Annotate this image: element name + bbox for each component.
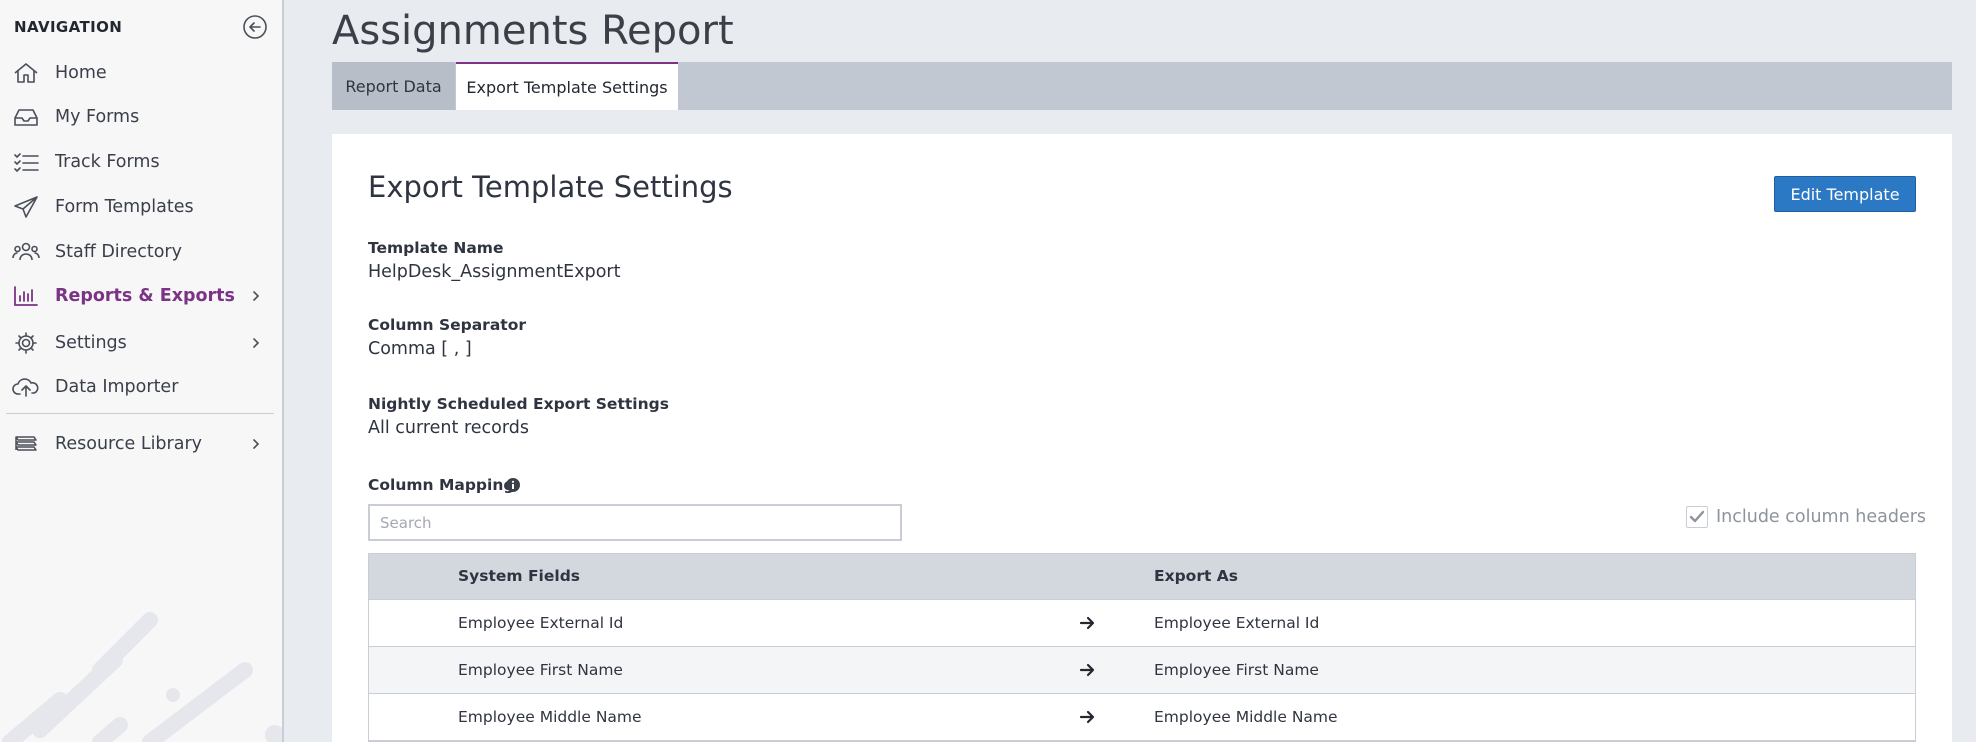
export-as-cell: Employee Middle Name xyxy=(1154,708,1338,726)
home-icon xyxy=(12,61,40,85)
sidebar-item-resource-library[interactable]: Resource Library xyxy=(0,424,282,464)
table-row: Employee External Id Employee External I… xyxy=(369,600,1915,647)
export-as-cell: Employee External Id xyxy=(1154,614,1320,632)
sidebar-item-label: Home xyxy=(55,63,107,83)
sidebar-item-settings[interactable]: Settings xyxy=(0,323,282,363)
sidebar-item-reports-exports[interactable]: Reports & Exports xyxy=(0,276,282,316)
sidebar-item-label: Data Importer xyxy=(55,377,179,397)
column-header-system-fields: System Fields xyxy=(458,567,581,585)
arrow-right-icon xyxy=(1079,709,1095,725)
sidebar-item-data-importer[interactable]: Data Importer xyxy=(0,367,282,407)
checkbox[interactable] xyxy=(1686,506,1708,528)
gear-icon xyxy=(12,331,40,355)
system-field-cell: Employee Middle Name xyxy=(458,708,642,726)
sidebar-item-form-templates[interactable]: Form Templates xyxy=(0,187,282,227)
sidebar-item-label: Resource Library xyxy=(55,434,203,454)
checklist-icon xyxy=(12,150,40,174)
nightly-export-value: All current records xyxy=(368,418,529,438)
system-field-cell: Employee External Id xyxy=(458,614,624,632)
arrow-left-circle-icon xyxy=(243,15,267,39)
arrow-right-icon xyxy=(1079,615,1095,631)
cloud-upload-icon xyxy=(12,375,40,399)
column-separator-label: Column Separator xyxy=(368,316,526,334)
column-mapping-label: Column Mapping xyxy=(368,476,515,494)
inbox-icon xyxy=(12,105,40,129)
nightly-export-label: Nightly Scheduled Export Settings xyxy=(368,395,669,413)
export-settings-panel: Export Template Settings Edit Template T… xyxy=(332,134,1952,742)
sidebar-item-label: Form Templates xyxy=(55,197,194,217)
tab-export-template-settings[interactable]: Export Template Settings xyxy=(456,62,678,110)
nav-header: NAVIGATION xyxy=(14,18,123,36)
column-separator-value: Comma [ , ] xyxy=(368,339,472,359)
system-field-cell: Employee First Name xyxy=(458,661,623,679)
template-name-value: HelpDesk_AssignmentExport xyxy=(368,262,621,282)
collapse-sidebar-button[interactable] xyxy=(242,14,268,40)
table-row: Employee Middle Name Employee Middle Nam… xyxy=(369,694,1915,741)
template-name-label: Template Name xyxy=(368,239,504,257)
column-header-export-as: Export As xyxy=(1154,567,1239,585)
check-icon xyxy=(1689,510,1705,523)
sidebar-item-label: My Forms xyxy=(55,107,140,127)
sidebar-item-my-forms[interactable]: My Forms xyxy=(0,97,282,137)
sidebar-item-staff-directory[interactable]: Staff Directory xyxy=(0,232,282,272)
sidebar-item-track-forms[interactable]: Track Forms xyxy=(0,142,282,182)
chevron-right-icon xyxy=(248,435,264,453)
column-mapping-table: System Fields Export As Employee Externa… xyxy=(368,553,1916,742)
search-input[interactable] xyxy=(368,504,902,541)
users-icon xyxy=(12,240,40,264)
sidebar-item-label: Staff Directory xyxy=(55,242,182,262)
sidebar: NAVIGATION Home My Forms Track Forms For… xyxy=(0,0,284,742)
sidebar-item-home[interactable]: Home xyxy=(0,53,282,93)
tab-report-data[interactable]: Report Data xyxy=(332,62,455,110)
library-icon xyxy=(12,432,40,456)
chevron-right-icon xyxy=(248,334,264,352)
decorative-stripes xyxy=(2,612,282,742)
sidebar-item-label: Settings xyxy=(55,333,127,353)
bar-chart-icon xyxy=(12,284,40,308)
info-icon[interactable] xyxy=(505,477,521,493)
arrow-right-icon xyxy=(1079,662,1095,678)
table-row: Employee First Name Employee First Name xyxy=(369,647,1915,694)
tab-bar: Report Data Export Template Settings xyxy=(332,62,1952,110)
nav-divider xyxy=(6,413,274,414)
chevron-right-icon xyxy=(248,287,264,305)
include-column-headers-label: Include column headers xyxy=(1716,507,1927,527)
include-column-headers-checkbox[interactable]: Include column headers xyxy=(1686,504,1926,530)
sidebar-item-label: Reports & Exports xyxy=(55,286,235,306)
edit-template-button[interactable]: Edit Template xyxy=(1774,176,1916,212)
page-title: Assignments Report xyxy=(332,8,734,54)
export-as-cell: Employee First Name xyxy=(1154,661,1319,679)
panel-title: Export Template Settings xyxy=(368,170,733,204)
table-header: System Fields Export As xyxy=(369,554,1915,600)
paper-plane-icon xyxy=(12,195,40,219)
sidebar-item-label: Track Forms xyxy=(55,152,160,172)
